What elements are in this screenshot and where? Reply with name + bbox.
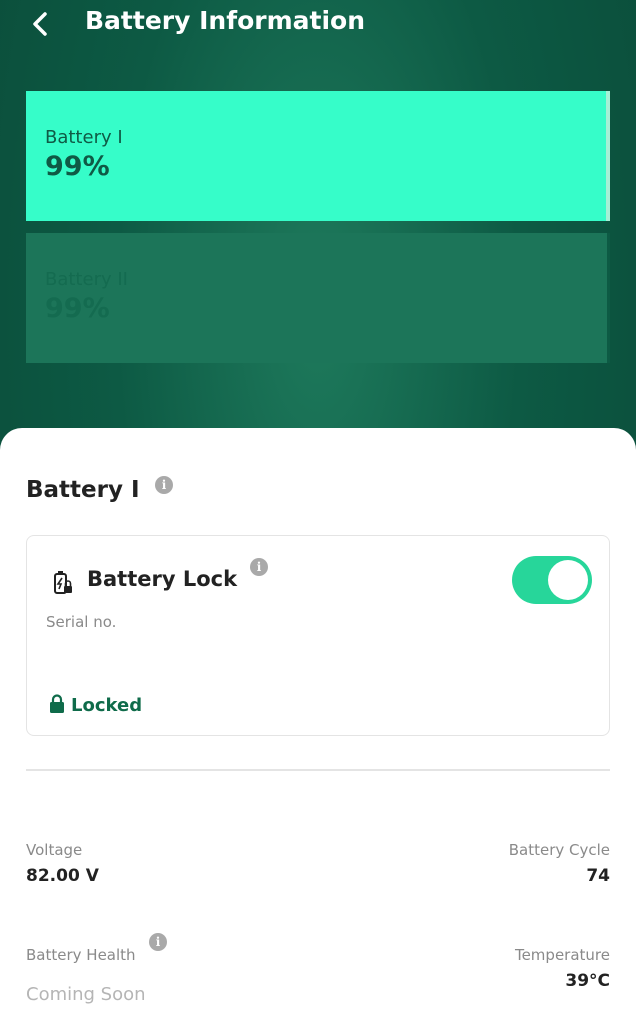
chevron-left-icon: [33, 12, 47, 36]
temperature-label: Temperature: [514, 946, 610, 964]
toggle-knob: [548, 560, 588, 600]
voltage-value: 82.00 V: [26, 866, 99, 886]
battery-lock-card: Battery Lock i Serial no. Locked: [26, 535, 610, 736]
page-title: Battery Information: [85, 6, 366, 35]
detail-title: Battery I: [26, 477, 140, 503]
battery-card-name: Battery I: [45, 127, 123, 148]
info-icon[interactable]: i: [250, 558, 268, 576]
back-button[interactable]: [22, 4, 62, 44]
info-icon[interactable]: i: [155, 476, 173, 494]
battery-card-name: Battery II: [45, 269, 128, 290]
divider: [26, 769, 610, 771]
lock-status-text: Locked: [71, 695, 143, 716]
header: Battery Information: [0, 0, 636, 52]
battery-card-1[interactable]: Battery I 99%: [26, 91, 610, 221]
battery-lock-toggle[interactable]: [512, 556, 592, 604]
info-icon[interactable]: i: [149, 933, 167, 951]
padlock-icon: [50, 694, 64, 713]
battery-lock-icon: [54, 571, 72, 594]
battery-lock-title: Battery Lock: [87, 567, 238, 591]
temperature-value: 39°C: [565, 971, 610, 991]
battery-health-label: Battery Health: [26, 946, 136, 964]
battery-cycle-value: 74: [586, 866, 610, 886]
battery-health-value: Coming Soon: [26, 984, 146, 1005]
battery-cycle-label: Battery Cycle: [508, 841, 610, 859]
serial-label: Serial no.: [46, 613, 117, 631]
voltage-label: Voltage: [26, 841, 83, 859]
battery-card-percent: 99%: [45, 151, 110, 182]
lock-status: Locked: [49, 694, 142, 716]
detail-sheet: Battery I i Battery Lock i Serial no. Lo…: [0, 428, 636, 1024]
battery-card-2[interactable]: Battery II 99%: [26, 233, 610, 363]
battery-card-percent: 99%: [45, 293, 110, 324]
